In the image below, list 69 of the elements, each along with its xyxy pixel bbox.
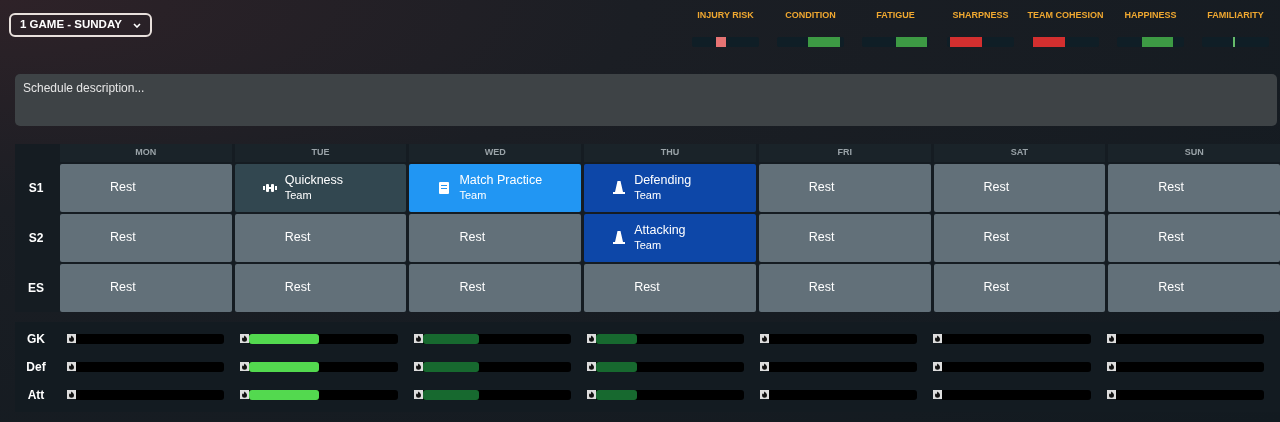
position-label: Def [26,358,46,376]
flame-icon [1106,334,1116,343]
day-header: WED [484,145,506,159]
indicator-label: FATIGUE [876,9,915,22]
session-cell[interactable]: Rest [409,213,582,262]
flame-icon [933,334,943,343]
session-label: S2 [28,229,44,247]
session-cell[interactable]: Rest [933,213,1106,262]
flame-icon [240,390,250,399]
session-cell[interactable]: Rest [60,163,232,212]
flame-icon [413,334,423,343]
flame-icon [1106,362,1116,371]
description-field[interactable]: Schedule description... [15,73,1277,126]
session-cell[interactable]: Rest [1108,213,1280,262]
cone-icon [613,181,626,194]
session-cell[interactable]: Rest [60,213,232,262]
session-cell[interactable]: Rest [584,263,756,312]
flame-icon [67,390,76,399]
session-cell[interactable]: Rest [933,163,1106,212]
position-label: Att [27,386,45,404]
day-header: SAT [1010,145,1029,159]
day-header: MON [135,145,157,159]
session-cell[interactable]: Attacking Team [584,213,756,262]
flame-icon [586,390,596,399]
flame-icon [413,390,423,399]
session-cell[interactable]: Match Practice Team [409,163,582,212]
indicator-label: TEAM COHESION [1027,9,1104,22]
session-cell[interactable]: Quickness Team [234,163,407,212]
document-icon [439,181,450,194]
session-label: S1 [28,179,44,197]
session-cell[interactable]: Rest [758,263,931,312]
flame-icon [67,362,76,371]
indicator-label: HAPPINESS [1124,9,1177,22]
session-cell[interactable]: Rest [234,213,407,262]
indicator-label: CONDITION [785,9,836,22]
day-header: FRI [837,145,852,159]
flame-icon [760,362,770,371]
flame-icon [760,334,770,343]
flame-icon [1106,390,1116,399]
flame-icon [586,362,596,371]
flame-icon [933,362,943,371]
session-cell[interactable]: Rest [758,213,931,262]
session-cell[interactable]: Rest [409,263,582,312]
indicator-label: SHARPNESS [952,9,1009,22]
dumbbell-icon [262,183,277,192]
chevron-down-icon [133,22,141,28]
flame-icon [413,362,423,371]
indicator-label: INJURY RISK [697,9,754,22]
session-cell[interactable]: Rest [933,263,1106,312]
flame-icon [240,362,250,371]
session-cell[interactable]: Defending Team [584,163,756,212]
indicator-label: FAMILIARITY [1207,9,1264,22]
day-header: TUE [311,145,330,159]
flame-icon [586,334,596,343]
schedule-dropdown[interactable]: 1 GAME - SUNDAY [9,13,152,37]
session-cell[interactable]: Rest [1108,163,1280,212]
day-header: SUN [1184,145,1204,159]
session-cell[interactable]: Rest [1108,263,1280,312]
session-cell[interactable]: Rest [60,263,232,312]
flame-icon [933,390,943,399]
session-cell[interactable]: Rest [758,163,931,212]
flame-icon [240,334,250,343]
day-header: THU [660,145,680,159]
session-label: ES [28,279,44,297]
flame-icon [760,390,770,399]
flame-icon [67,334,76,343]
cone-icon [613,231,626,244]
position-label: GK [27,330,45,348]
session-cell[interactable]: Rest [234,263,407,312]
